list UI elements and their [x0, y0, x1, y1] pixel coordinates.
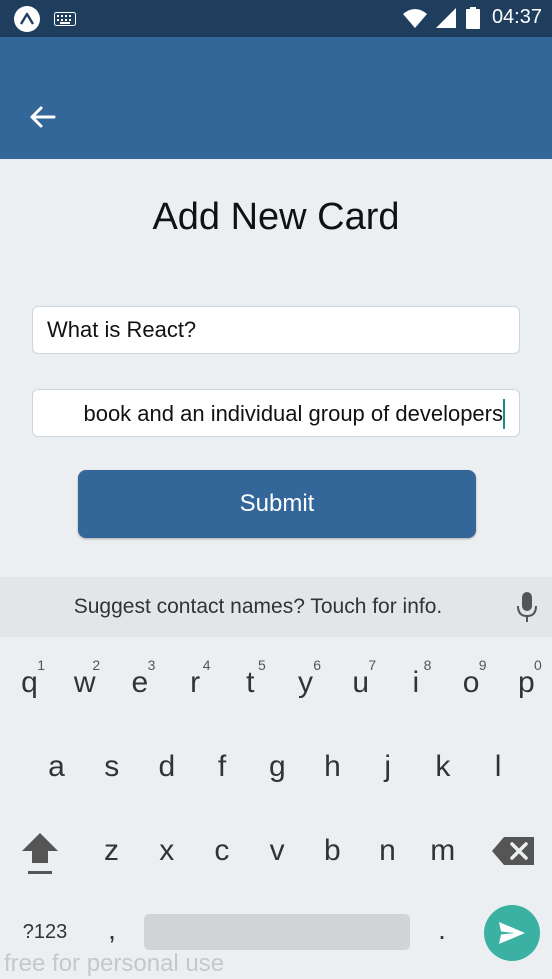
- signal-icon: [435, 7, 456, 28]
- key-label: x: [159, 834, 175, 867]
- key-o[interactable]: o9: [444, 653, 499, 713]
- key-i[interactable]: i8: [388, 653, 443, 713]
- key-label: l: [494, 750, 502, 783]
- key-number-hint: 0: [534, 657, 542, 673]
- key-number-hint: 6: [313, 657, 321, 673]
- backspace-icon: [492, 837, 534, 865]
- key-t[interactable]: t5: [223, 653, 278, 713]
- status-bar: 04:37: [0, 0, 552, 37]
- key-a[interactable]: a: [29, 737, 84, 797]
- shift-key[interactable]: [14, 825, 66, 881]
- question-field[interactable]: [32, 306, 520, 354]
- key-label: p: [517, 666, 535, 699]
- key-label: k: [435, 750, 451, 783]
- space-key[interactable]: [144, 914, 410, 950]
- suggestion-bar[interactable]: Suggest contact names? Touch for info.: [0, 577, 552, 637]
- key-label: v: [269, 834, 285, 867]
- key-b[interactable]: b: [305, 821, 360, 881]
- key-e[interactable]: e3: [112, 653, 167, 713]
- suggestion-text[interactable]: Suggest contact names? Touch for info.: [0, 595, 552, 619]
- key-number-hint: 1: [37, 657, 45, 673]
- key-n[interactable]: n: [360, 821, 415, 881]
- keyboard-icon: [54, 12, 76, 26]
- key-label: t: [246, 666, 255, 699]
- key-g[interactable]: g: [250, 737, 305, 797]
- key-c[interactable]: c: [194, 821, 249, 881]
- key-number-hint: 3: [147, 657, 156, 673]
- key-label: b: [323, 834, 341, 867]
- answer-input[interactable]: book and an individual group of develope…: [83, 401, 503, 427]
- key-label: h: [324, 750, 341, 783]
- key-q[interactable]: q1: [2, 653, 57, 713]
- key-label: a: [48, 750, 65, 783]
- page-title: Add New Card: [152, 196, 400, 238]
- key-number-hint: 9: [478, 657, 487, 673]
- app-bar: [0, 37, 552, 159]
- period-key[interactable]: .: [428, 913, 456, 947]
- key-number-hint: 2: [92, 657, 101, 673]
- key-label: i: [412, 666, 420, 699]
- submit-button[interactable]: Submit: [78, 470, 476, 538]
- key-p[interactable]: p0: [499, 653, 552, 713]
- key-number-hint: 4: [202, 657, 211, 673]
- key-label: u: [352, 666, 370, 699]
- key-label: y: [298, 666, 313, 699]
- key-x[interactable]: x: [139, 821, 194, 881]
- key-label: d: [158, 750, 176, 783]
- key-j[interactable]: j: [360, 737, 415, 797]
- text-cursor: [503, 399, 505, 429]
- key-y[interactable]: y6: [278, 653, 333, 713]
- back-button[interactable]: [20, 97, 64, 137]
- wifi-icon: [402, 8, 427, 28]
- question-input[interactable]: [33, 307, 519, 353]
- key-m[interactable]: m: [415, 821, 470, 881]
- key-label: m: [430, 834, 456, 867]
- key-w[interactable]: w2: [57, 653, 112, 713]
- key-label: q: [21, 666, 38, 699]
- key-l[interactable]: l: [471, 737, 526, 797]
- soft-keyboard: Suggest contact names? Touch for info. q…: [0, 577, 552, 979]
- comma-key[interactable]: ,: [98, 913, 126, 947]
- symbols-key[interactable]: ?123: [10, 917, 80, 947]
- key-label: z: [104, 834, 119, 867]
- key-k[interactable]: k: [415, 737, 470, 797]
- key-label: c: [214, 834, 230, 867]
- key-f[interactable]: f: [195, 737, 250, 797]
- watermark-text: free for personal use: [4, 950, 225, 977]
- key-r[interactable]: r4: [168, 653, 223, 713]
- key-s[interactable]: s: [84, 737, 139, 797]
- key-label: f: [217, 750, 227, 783]
- key-u[interactable]: u7: [333, 653, 388, 713]
- key-label: n: [379, 834, 396, 867]
- key-z[interactable]: z: [84, 821, 139, 881]
- backspace-key[interactable]: [490, 833, 538, 869]
- key-number-hint: 7: [368, 657, 377, 673]
- key-label: e: [131, 666, 149, 699]
- key-label: s: [104, 750, 120, 783]
- status-time: 04:37: [491, 6, 542, 28]
- key-d[interactable]: d: [139, 737, 194, 797]
- key-number-hint: 8: [423, 657, 432, 673]
- key-number-hint: 5: [258, 657, 266, 673]
- arrow-left-icon: [30, 106, 56, 128]
- answer-field[interactable]: book and an individual group of develope…: [32, 389, 520, 437]
- key-v[interactable]: v: [250, 821, 305, 881]
- expo-app-icon: [14, 6, 40, 32]
- key-label: j: [384, 750, 392, 783]
- send-key[interactable]: [484, 905, 540, 961]
- key-label: r: [190, 666, 201, 699]
- battery-icon: [465, 6, 480, 29]
- key-label: g: [268, 750, 286, 783]
- key-label: o: [462, 666, 480, 699]
- microphone-icon[interactable]: [516, 591, 538, 623]
- key-h[interactable]: h: [305, 737, 360, 797]
- shift-icon: [22, 833, 58, 874]
- send-icon: [499, 922, 525, 944]
